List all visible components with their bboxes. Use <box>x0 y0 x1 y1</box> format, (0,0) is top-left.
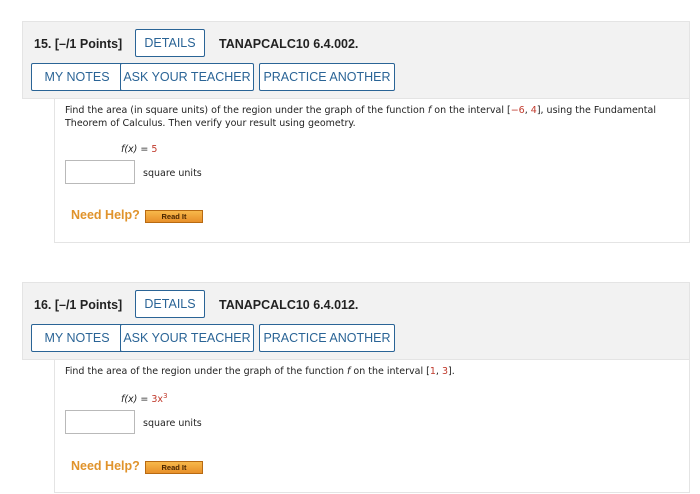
question-header: 16. [–/1 Points] DETAILS TANAPCALC10 6.4… <box>22 282 690 360</box>
read-it-button[interactable]: Read It <box>145 461 203 474</box>
question-number: 16. [–/1 Points] <box>34 298 123 312</box>
units-label: square units <box>143 168 202 179</box>
function-definition: f(x) = 3x3 <box>121 392 168 405</box>
question-prompt: Find the area of the region under the gr… <box>65 365 665 378</box>
read-it-button[interactable]: Read It <box>145 210 203 223</box>
function-rhs: 3x <box>151 394 164 406</box>
question-code: TANAPCALC10 6.4.002. <box>219 37 359 51</box>
function-rhs: 5 <box>151 144 158 156</box>
prompt-text: Find the area of the region under the gr… <box>65 366 348 377</box>
prompt-text: on the interval [ <box>350 366 430 377</box>
ask-teacher-button[interactable]: ASK YOUR TEACHER <box>120 324 254 352</box>
prompt-text: Find the area (in square units) of the r… <box>65 105 428 116</box>
need-help-label: Need Help? <box>71 208 140 222</box>
my-notes-button[interactable]: MY NOTES <box>31 63 123 91</box>
need-help-label: Need Help? <box>71 459 140 473</box>
details-button[interactable]: DETAILS <box>135 29 205 57</box>
function-exponent: 3 <box>163 392 168 400</box>
practice-another-button[interactable]: PRACTICE ANOTHER <box>259 63 395 91</box>
question-body: Find the area (in square units) of the r… <box>54 99 690 243</box>
question-15: 15. [–/1 Points] DETAILS TANAPCALC10 6.4… <box>22 21 690 243</box>
ask-teacher-button[interactable]: ASK YOUR TEACHER <box>120 63 254 91</box>
question-number: 15. [–/1 Points] <box>34 37 123 51</box>
my-notes-button[interactable]: MY NOTES <box>31 324 123 352</box>
question-header: 15. [–/1 Points] DETAILS TANAPCALC10 6.4… <box>22 21 690 99</box>
answer-input[interactable] <box>65 160 135 184</box>
question-prompt: Find the area (in square units) of the r… <box>65 104 665 130</box>
question-body: Find the area of the region under the gr… <box>54 360 690 493</box>
practice-another-button[interactable]: PRACTICE ANOTHER <box>259 324 395 352</box>
function-lhs: f(x) = <box>121 394 152 406</box>
question-code: TANAPCALC10 6.4.012. <box>219 298 359 312</box>
units-label: square units <box>143 418 202 429</box>
prompt-text: on the interval [ <box>431 105 511 116</box>
interval-start: −6 <box>510 105 525 116</box>
answer-input[interactable] <box>65 410 135 434</box>
function-definition: f(x) = 5 <box>121 141 157 155</box>
prompt-text: ]. <box>447 366 455 377</box>
question-16: 16. [–/1 Points] DETAILS TANAPCALC10 6.4… <box>22 282 690 493</box>
details-button[interactable]: DETAILS <box>135 290 205 318</box>
function-lhs: f(x) = <box>121 144 152 156</box>
